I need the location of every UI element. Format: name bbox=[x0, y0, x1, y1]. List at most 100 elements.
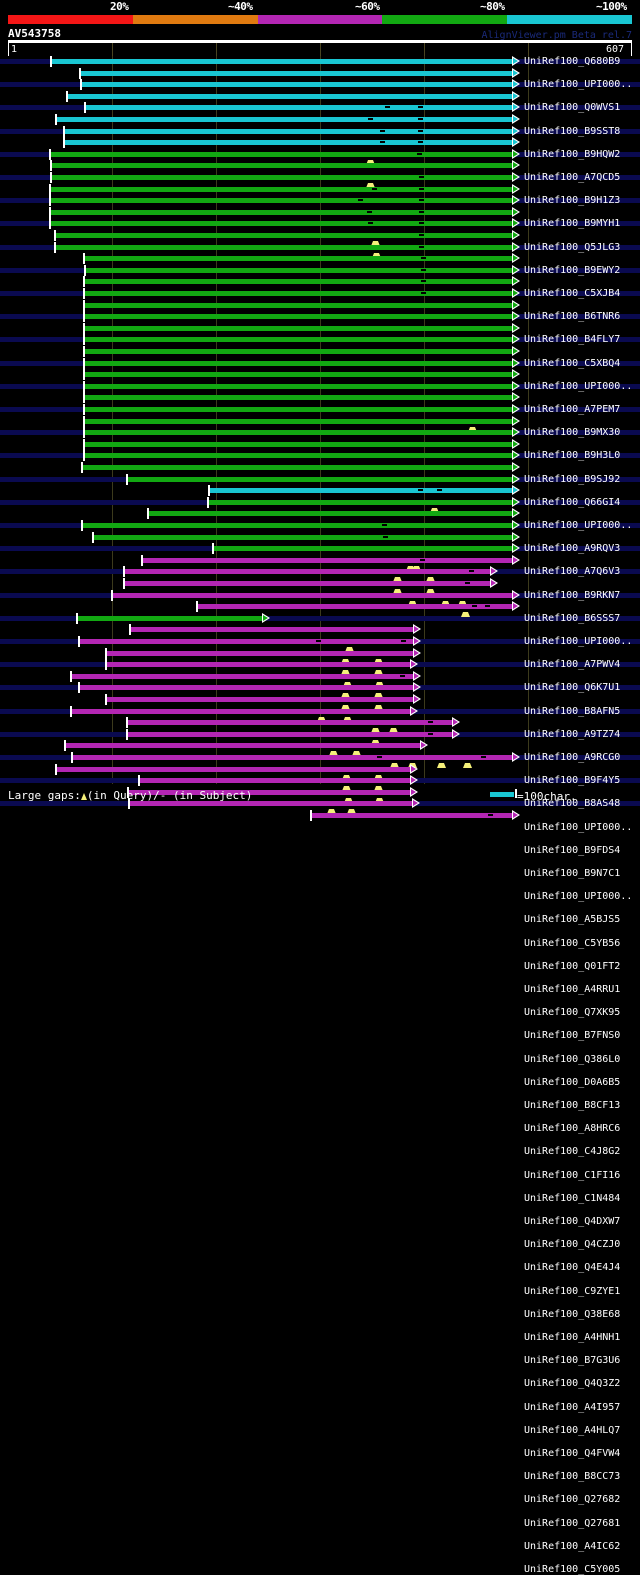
alignment-row[interactable]: UniRef100_B8CF13 bbox=[0, 578, 640, 1111]
hit-label[interactable]: UniRef100_Q4Q3Z2 bbox=[524, 1378, 620, 1389]
alignment-row[interactable]: UniRef100_UPI000.. bbox=[0, 346, 640, 647]
hit-label[interactable]: UniRef100_Q7XK95 bbox=[524, 1007, 620, 1018]
hit-bar[interactable] bbox=[92, 534, 512, 540]
hit-bar[interactable] bbox=[81, 523, 512, 528]
hit-bar[interactable] bbox=[63, 140, 512, 146]
hit-label[interactable]: UniRef100_B9N7C1 bbox=[524, 868, 620, 879]
hit-label[interactable]: UniRef100_C5YB56 bbox=[524, 938, 620, 949]
hit-bar[interactable] bbox=[129, 627, 413, 633]
hit-bar[interactable] bbox=[105, 697, 413, 702]
hit-label[interactable]: UniRef100_B8CC73 bbox=[524, 1471, 620, 1482]
alignment-row[interactable]: UniRef100_A7Q6V3 bbox=[0, 311, 640, 577]
hit-bar[interactable] bbox=[105, 650, 413, 656]
alignment-row[interactable]: UniRef100_UPI000.. bbox=[0, 473, 640, 902]
hit-bar[interactable] bbox=[50, 59, 512, 64]
alignment-row[interactable]: UniRef100_Q6K7U1 bbox=[0, 369, 640, 693]
hit-bar[interactable] bbox=[83, 349, 512, 354]
hit-bar[interactable] bbox=[83, 383, 512, 389]
hit-label[interactable]: UniRef100_UPI000.. bbox=[524, 822, 632, 833]
hit-bar[interactable] bbox=[83, 279, 512, 285]
alignment-row[interactable]: UniRef100_C4J8G2 bbox=[0, 601, 640, 1157]
hit-bar[interactable] bbox=[78, 639, 413, 644]
hit-bar[interactable] bbox=[207, 499, 512, 505]
hit-label[interactable]: UniRef100_A5BJS5 bbox=[524, 914, 620, 925]
alignment-row[interactable]: UniRef100_UPI000.. bbox=[0, 218, 640, 392]
alignment-row[interactable]: UniRef100_Q680B9 bbox=[0, 56, 640, 67]
alignment-row[interactable]: UniRef100_Q7XK95 bbox=[0, 531, 640, 1018]
hit-bar[interactable] bbox=[70, 708, 410, 714]
alignment-row[interactable]: UniRef100_Q01FT2 bbox=[0, 508, 640, 972]
alignment-row[interactable]: UniRef100_Q66GI4 bbox=[0, 276, 640, 508]
alignment-row[interactable]: UniRef100_D0A6B5 bbox=[0, 566, 640, 1088]
hit-bar[interactable] bbox=[310, 813, 512, 818]
hit-bar[interactable] bbox=[83, 407, 512, 412]
alignment-row[interactable]: UniRef100_B6TNR6 bbox=[0, 183, 640, 322]
alignment-row[interactable]: UniRef100_B9MYH1 bbox=[0, 137, 640, 229]
hit-bar[interactable] bbox=[49, 221, 512, 227]
alignment-row[interactable]: UniRef100_UPI000.. bbox=[0, 288, 640, 531]
hit-bar[interactable] bbox=[126, 720, 452, 726]
alignment-row[interactable]: UniRef100_Q38E68 bbox=[0, 682, 640, 1320]
alignment-row[interactable]: UniRef100_B7FNS0 bbox=[0, 543, 640, 1041]
alignment-row[interactable]: UniRef100_A9RCG0 bbox=[0, 404, 640, 763]
hit-bar[interactable] bbox=[83, 441, 512, 447]
alignment-row[interactable]: UniRef100_Q4FVW4 bbox=[0, 752, 640, 1459]
alignment-row[interactable]: UniRef100_B4FLY7 bbox=[0, 195, 640, 345]
alignment-row[interactable]: UniRef100_C5Y005 bbox=[0, 810, 640, 1575]
alignment-row[interactable]: UniRef100_B9MX30 bbox=[0, 241, 640, 438]
hit-label[interactable]: UniRef100_A4RRU1 bbox=[524, 984, 620, 995]
hit-bar[interactable] bbox=[83, 314, 512, 320]
hit-bar[interactable] bbox=[83, 360, 512, 366]
hit-label[interactable]: UniRef100_C4J8G2 bbox=[524, 1146, 620, 1157]
hit-bar[interactable] bbox=[84, 105, 512, 111]
alignment-row[interactable]: UniRef100_A4I957 bbox=[0, 728, 640, 1413]
hit-label[interactable]: UniRef100_A4I957 bbox=[524, 1402, 620, 1413]
hit-label[interactable]: UniRef100_B7G3U6 bbox=[524, 1355, 620, 1366]
hit-bar[interactable] bbox=[83, 291, 512, 296]
alignment-row[interactable]: UniRef100_C9ZYE1 bbox=[0, 670, 640, 1297]
hit-label[interactable]: UniRef100_Q4DXW7 bbox=[524, 1216, 620, 1227]
hit-bar[interactable] bbox=[79, 70, 512, 76]
hit-label[interactable]: UniRef100_Q680B9 bbox=[524, 56, 620, 67]
alignment-row[interactable]: UniRef100_B9F4Y5 bbox=[0, 415, 640, 786]
hit-bar[interactable] bbox=[63, 128, 512, 134]
hit-bar[interactable] bbox=[126, 731, 452, 737]
hit-bar[interactable] bbox=[81, 465, 512, 470]
hit-label[interactable]: UniRef100_Q4FVW4 bbox=[524, 1448, 620, 1459]
alignment-row[interactable]: UniRef100_B8CC73 bbox=[0, 763, 640, 1482]
hit-bar[interactable] bbox=[49, 151, 512, 157]
alignment-row[interactable]: UniRef100_Q0WVS1 bbox=[0, 79, 640, 113]
hit-bar[interactable] bbox=[55, 766, 410, 772]
hit-bar[interactable] bbox=[138, 778, 410, 784]
hit-bar[interactable] bbox=[83, 372, 512, 378]
hit-label[interactable]: UniRef100_D0A6B5 bbox=[524, 1077, 620, 1088]
alignment-row[interactable]: UniRef100_B9EWY2 bbox=[0, 160, 640, 276]
hit-bar[interactable] bbox=[49, 209, 512, 215]
alignment-row[interactable]: UniRef100_C5XJB4 bbox=[0, 172, 640, 299]
hit-label[interactable]: UniRef100_B9FDS4 bbox=[524, 845, 620, 856]
hit-bar[interactable] bbox=[49, 198, 512, 204]
alignment-row[interactable]: UniRef100_Q4DXW7 bbox=[0, 636, 640, 1227]
hit-label[interactable]: UniRef100_A4HNH1 bbox=[524, 1332, 620, 1343]
hit-label[interactable]: UniRef100_Q27681 bbox=[524, 1518, 620, 1529]
hit-label[interactable]: UniRef100_C1N484 bbox=[524, 1193, 620, 1204]
alignment-row[interactable]: UniRef100_C1FI16 bbox=[0, 612, 640, 1181]
alignment-row[interactable]: UniRef100_B7G3U6 bbox=[0, 705, 640, 1366]
alignment-row[interactable]: UniRef100_UPI000.. bbox=[0, 67, 640, 90]
hit-bar[interactable] bbox=[105, 662, 410, 668]
hit-label[interactable]: UniRef100_C1FI16 bbox=[524, 1170, 620, 1181]
alignment-row[interactable]: UniRef100_Q4Q3Z2 bbox=[0, 717, 640, 1389]
alignment-row[interactable]: UniRef100_Q386L0 bbox=[0, 554, 640, 1065]
hit-bar[interactable] bbox=[83, 325, 512, 331]
hit-label[interactable]: UniRef100_Q38E68 bbox=[524, 1309, 620, 1320]
alignment-row[interactable]: UniRef100_A5BJS5 bbox=[0, 485, 640, 925]
alignment-row[interactable]: UniRef100_B9SST8 bbox=[0, 90, 640, 137]
alignment-row[interactable]: UniRef100_B6SSS7 bbox=[0, 334, 640, 624]
hit-bar[interactable] bbox=[54, 244, 512, 250]
hit-bar[interactable] bbox=[80, 82, 512, 88]
alignment-row[interactable]: UniRef100_UPI000.. bbox=[0, 438, 640, 833]
alignment-row[interactable]: UniRef100_C5YB56 bbox=[0, 496, 640, 949]
alignment-row[interactable]: UniRef100_A7PEM7 bbox=[0, 230, 640, 415]
hit-bar[interactable] bbox=[212, 546, 512, 552]
hit-bar[interactable] bbox=[70, 673, 413, 679]
